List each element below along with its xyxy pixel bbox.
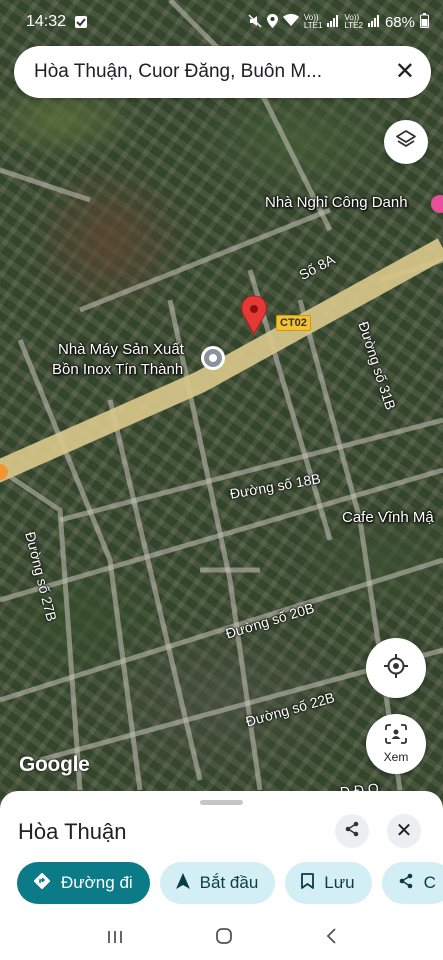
search-bar[interactable]: Hòa Thuận, Cuor Đăng, Buôn M... ✕ [14, 46, 431, 98]
battery-icon [420, 13, 429, 31]
share-chip[interactable]: C [381, 862, 443, 904]
battery-percent: 68% [384, 13, 415, 31]
navigation-arrow-icon [175, 872, 190, 894]
share-chip-label: C [423, 873, 436, 892]
layers-icon [395, 129, 417, 156]
sheet-drag-handle[interactable] [200, 800, 243, 805]
home-icon[interactable] [215, 927, 233, 951]
signal-1-icon [327, 14, 339, 30]
system-navigation-bar [0, 918, 443, 960]
selected-location-pin [241, 295, 267, 336]
poi-guesthouse-label[interactable]: Nhà Nghỉ Công Danh [265, 194, 408, 211]
gallery-notification-icon [74, 15, 88, 29]
status-time: 14:32 [26, 13, 67, 30]
layers-button[interactable] [384, 120, 428, 164]
close-icon: ✕ [395, 820, 413, 842]
street-view-icon [385, 724, 407, 749]
share-chip-icon [398, 873, 414, 894]
save-chip[interactable]: Lưu [285, 862, 372, 904]
poi-cafe-label[interactable]: Cafe Vĩnh Mậ [342, 509, 434, 526]
crosshair-location-icon [383, 653, 409, 684]
signal-2-icon [367, 14, 380, 30]
share-button[interactable] [335, 814, 369, 848]
directions-label: Đường đi [61, 873, 133, 892]
road-shield-ct02: CT02 [276, 315, 311, 331]
status-bar: 14:32 Vo)) LTE1 Vo)) LTE2 68% [0, 0, 443, 44]
place-title: Hòa Thuận [18, 819, 127, 844]
start-navigation-chip[interactable]: Bắt đầu [159, 862, 276, 904]
directions-icon [33, 872, 51, 895]
mute-icon [248, 13, 262, 31]
network-1-label: Vo)) LTE1 [303, 13, 323, 30]
google-logo: Google [19, 753, 90, 776]
search-query-text[interactable]: Hòa Thuận, Cuor Đăng, Buôn M... [34, 61, 383, 83]
share-icon [344, 821, 360, 842]
bookmark-icon [301, 872, 315, 894]
clear-search-icon[interactable]: ✕ [395, 60, 415, 84]
action-chips: Đường đi Bắt đầu Lưu C [17, 862, 443, 904]
back-icon[interactable] [325, 927, 337, 951]
wifi-icon [282, 14, 299, 30]
poi-factory-label-line1[interactable]: Nhà Máy Sản Xuất [58, 341, 184, 358]
close-sheet-button[interactable]: ✕ [387, 814, 421, 848]
street-view-button[interactable]: Xem [366, 714, 426, 774]
street-view-label: Xem [383, 750, 409, 764]
directions-chip[interactable]: Đường đi [17, 862, 150, 904]
network-2-label: Vo)) LTE2 [344, 13, 363, 30]
recent-apps-icon[interactable] [106, 928, 124, 951]
my-location-button[interactable] [366, 638, 426, 698]
save-label: Lưu [324, 873, 355, 892]
start-label: Bắt đầu [199, 873, 259, 892]
poi-factory-label-line2[interactable]: Bồn Inox Tín Thành [52, 361, 183, 378]
location-status-icon [266, 13, 278, 31]
